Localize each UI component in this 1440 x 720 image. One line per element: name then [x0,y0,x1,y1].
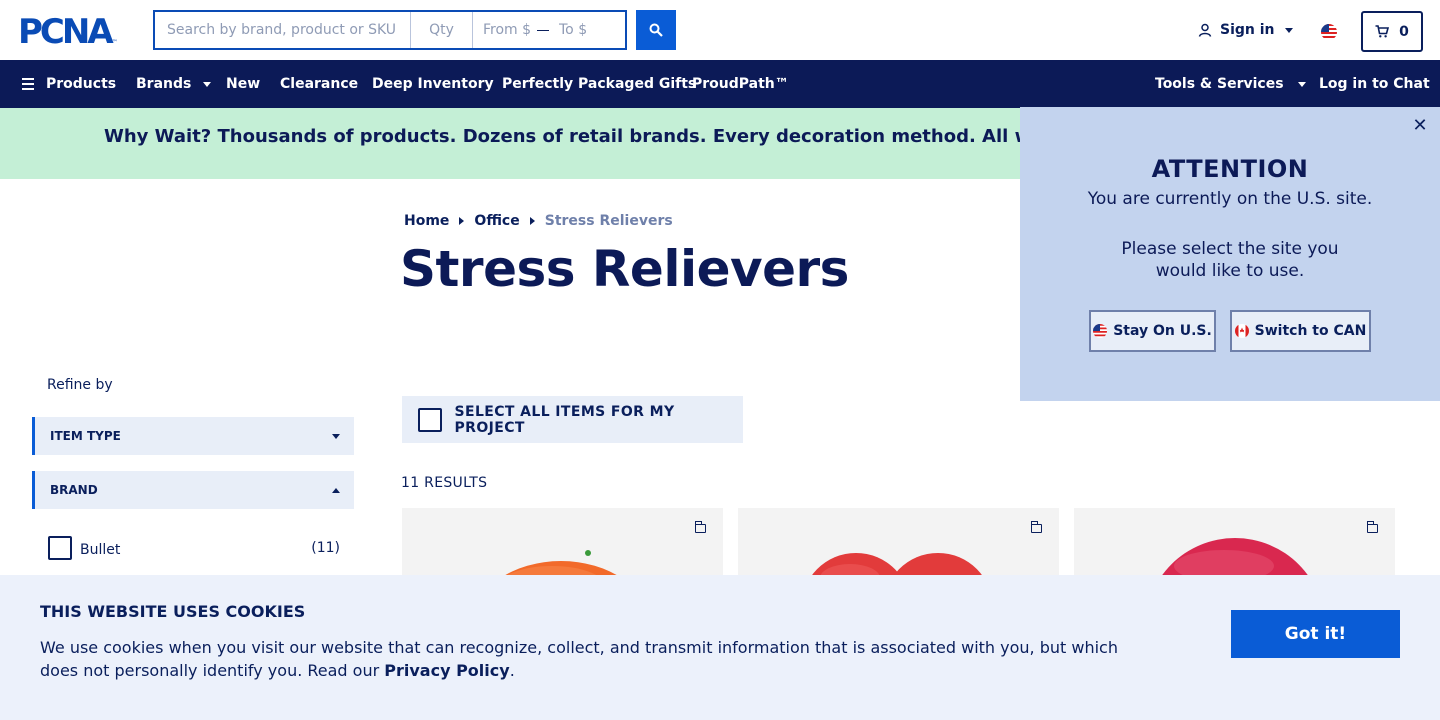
breadcrumb-current: Stress Relievers [544,213,673,229]
close-icon[interactable]: ✕ [1410,115,1430,136]
privacy-policy-link[interactable]: Privacy Policy [384,661,509,680]
brand-bullet-count: (11) [311,540,340,556]
user-icon [1198,23,1212,37]
price-range [473,12,625,48]
attention-title: ATTENTION [1151,155,1309,183]
cookie-text-end: . [509,661,515,680]
nav-brands[interactable]: Brands [136,60,212,108]
nav-deep-inventory[interactable]: Deep Inventory [372,60,494,108]
cookie-body: We use cookies when you visit our websit… [40,638,1118,680]
cookie-banner: THIS WEBSITE USES COOKIES We use cookies… [0,575,1440,720]
main-nav: Products Brands New Clearance Deep Inven… [0,60,1440,108]
brand-option-left: Bullet [48,536,120,560]
price-range-dash [537,29,549,31]
sign-in-label: Sign in [1220,22,1275,38]
nav-new[interactable]: New [226,60,260,108]
nav-clearance-label: Clearance [280,76,359,92]
top-header: PCNA ™ Sign in [0,0,1440,60]
nav-proudpath-label: ProudPath™ [692,76,789,92]
nav-chat-login[interactable]: Log in to Chat [1319,60,1430,108]
nav-new-label: New [226,76,261,92]
select-all-label: SELECT ALL ITEMS FOR MY PROJECT [454,403,675,436]
folder-icon[interactable] [694,521,706,533]
breadcrumb-separator-icon [459,217,465,225]
promo-text: Why Wait? Thousands of products. Dozens … [104,126,1175,147]
chevron-down-icon [1297,81,1306,87]
nav-chat-label: Log in to Chat [1319,76,1430,92]
site-selector-popup: ✕ ATTENTION You are currently on the U.S… [1020,107,1440,401]
quantity-input[interactable] [411,12,473,48]
breadcrumb: Home Office Stress Relievers [404,213,673,229]
facet-brand[interactable]: BRAND [32,471,354,509]
search-bar [153,10,627,50]
refine-label: Refine by [47,377,113,393]
attention-line-3: would like to use. [1155,261,1305,281]
us-flag-icon[interactable] [1321,24,1337,40]
cart-button[interactable]: 0 [1361,11,1423,52]
results-count: 11 RESULTS [401,475,488,491]
nav-packaged-gifts-label: Perfectly Packaged Gifts [502,76,697,92]
nav-brands-label: Brands [136,76,192,92]
cart-count: 0 [1399,23,1409,40]
breadcrumb-office[interactable]: Office [474,213,519,229]
switch-to-can-label: Switch to CAN [1254,323,1367,339]
hamburger-icon [22,78,34,90]
got-it-button[interactable]: Got it! [1231,610,1400,658]
us-flag-icon [1093,324,1108,338]
nav-tools-label: Tools & Services [1155,76,1284,92]
facet-item-type[interactable]: ITEM TYPE [32,417,354,455]
stay-on-us-button[interactable]: Stay On U.S. [1089,310,1216,352]
facet-item-type-label: ITEM TYPE [50,429,121,443]
price-from-input[interactable] [483,22,537,38]
logo-text: PCNA [18,12,114,52]
stay-on-us-label: Stay On U.S. [1113,323,1212,339]
folder-icon[interactable] [1030,521,1042,533]
nav-products[interactable]: Products [22,60,116,108]
cookie-text: We use cookies when you visit our websit… [40,636,1140,682]
canada-flag-icon [1234,324,1249,338]
breadcrumb-home[interactable]: Home [404,213,449,229]
brand-option-bullet: Bullet (11) [48,536,340,560]
attention-line-2: Please select the site you [1121,239,1339,259]
cart-icon [1375,25,1390,38]
nav-proudpath[interactable]: ProudPath™ [692,60,789,108]
search-icon [649,23,663,37]
select-all-checkbox[interactable] [418,407,442,432]
folder-icon[interactable] [1366,521,1378,533]
search-button[interactable] [636,10,676,50]
page-title: Stress Relievers [400,240,849,298]
select-all-items[interactable]: SELECT ALL ITEMS FOR MY PROJECT [402,396,743,443]
brand-bullet-label[interactable]: Bullet [80,542,120,558]
chevron-up-icon [332,487,340,493]
price-to-input[interactable] [559,22,613,38]
search-input[interactable] [155,12,411,48]
nav-tools-services[interactable]: Tools & Services [1155,60,1306,108]
nav-clearance[interactable]: Clearance [280,60,358,108]
breadcrumb-separator-icon [529,217,535,225]
logo-trademark: ™ [111,39,118,46]
facet-brand-label: BRAND [50,483,98,497]
attention-line-1: You are currently on the U.S. site. [1087,189,1373,209]
nav-packaged-gifts[interactable]: Perfectly Packaged Gifts [502,60,696,108]
chevron-down-icon [1284,27,1293,33]
pcna-logo[interactable]: PCNA ™ [18,12,118,52]
chevron-down-icon [203,81,212,87]
cookie-title: THIS WEBSITE USES COOKIES [40,602,306,621]
chevron-down-icon [332,433,340,439]
nav-deep-inventory-label: Deep Inventory [372,76,494,92]
nav-products-label: Products [46,76,117,92]
switch-to-can-button[interactable]: Switch to CAN [1230,310,1371,352]
sign-in-menu[interactable]: Sign in [1198,22,1293,38]
brand-bullet-checkbox[interactable] [48,536,72,560]
page: PCNA ™ Sign in [0,0,1440,720]
